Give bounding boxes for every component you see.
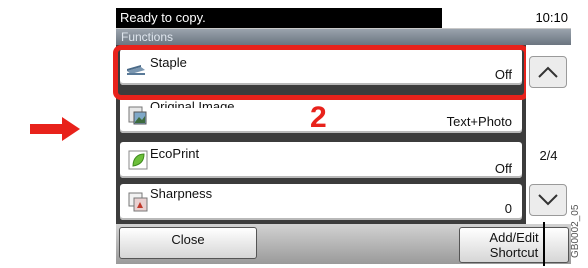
- step-number: 2: [310, 101, 327, 134]
- chevron-down-icon: [538, 194, 558, 206]
- status-message: Ready to copy.: [116, 8, 442, 28]
- selection-highlight: [113, 45, 529, 100]
- add-edit-shortcut-button[interactable]: Add/Edit Shortcut: [459, 227, 569, 263]
- figure-code-text: GB0002_05: [570, 204, 581, 258]
- item-label: EcoPrint: [150, 146, 200, 161]
- page-indicator: 2/4: [539, 148, 558, 163]
- scroll-down-button[interactable]: [529, 184, 567, 216]
- pointer-arrow-icon: [62, 117, 80, 141]
- list-item-ecoprint[interactable]: EcoPrint Off: [120, 142, 522, 178]
- figure-code: GB0002_05: [570, 204, 581, 258]
- sharpness-icon: [128, 192, 148, 212]
- list-item-sharpness[interactable]: Sharpness 0: [120, 184, 522, 220]
- close-button[interactable]: Close: [119, 227, 257, 259]
- item-value: 0: [504, 201, 512, 216]
- add-edit-label-line1: Add/Edit: [489, 230, 539, 245]
- item-value: Text+Photo: [446, 114, 512, 129]
- page-title: Functions: [121, 30, 174, 44]
- original-image-icon: [128, 106, 147, 125]
- item-value: Off: [494, 161, 512, 176]
- scroll-up-button[interactable]: [529, 56, 567, 88]
- chevron-up-icon: [538, 66, 558, 78]
- header-bar: [116, 29, 571, 45]
- callout-line: [543, 222, 545, 266]
- add-edit-label-line2: Shortcut: [489, 245, 539, 260]
- status-time: 10:10: [535, 10, 568, 25]
- close-button-label: Close: [171, 232, 205, 247]
- leaf-icon: [128, 150, 148, 170]
- item-label: Sharpness: [150, 186, 213, 201]
- pointer-arrow-shaft: [30, 124, 64, 134]
